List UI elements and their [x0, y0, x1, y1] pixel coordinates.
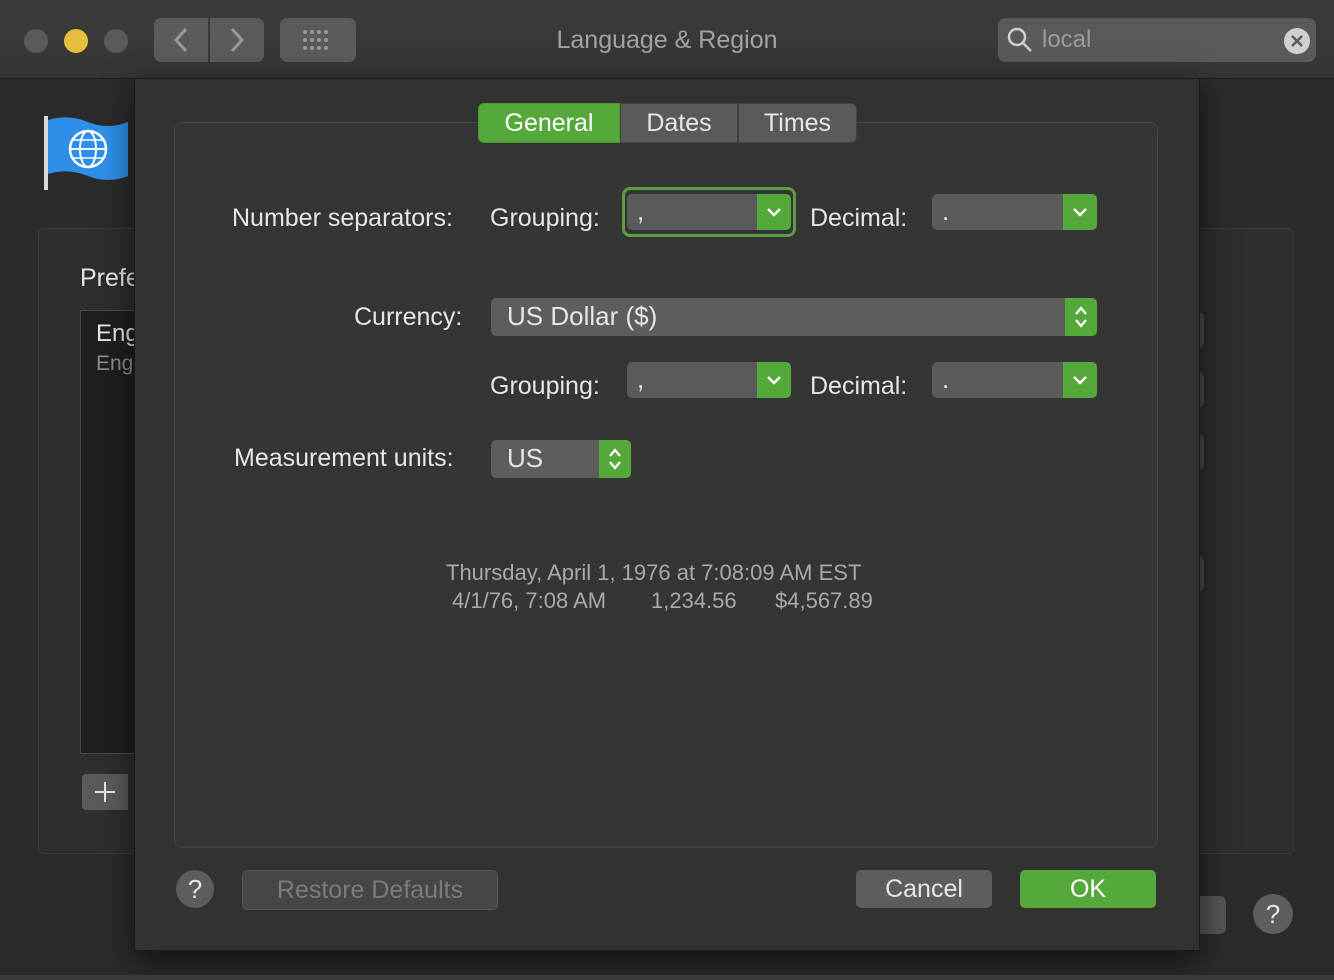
tab-times[interactable]: Times — [738, 103, 857, 143]
number-grouping-combo[interactable]: , — [627, 194, 791, 230]
language-list-item-secondary: Eng — [96, 352, 134, 375]
number-decimal-label: Decimal: — [810, 204, 908, 232]
number-grouping-label: Grouping: — [490, 204, 600, 232]
window-bottom-edge — [0, 975, 1334, 980]
preferred-languages-label: Prefe — [80, 264, 140, 292]
window-help-button[interactable]: ? — [1253, 894, 1293, 934]
currency-grouping-combo[interactable]: , — [627, 362, 791, 398]
measurement-units-label: Measurement units: — [234, 444, 454, 472]
sample-date-long: Thursday, April 1, 1976 at 7:08:09 AM ES… — [446, 560, 862, 585]
currency-popup[interactable]: US Dollar ($) — [491, 298, 1097, 336]
number-grouping-value[interactable]: , — [637, 196, 644, 227]
title-bar: Language & Region — [0, 0, 1334, 79]
up-down-arrows-icon — [609, 448, 621, 470]
currency-grouping-value[interactable]: , — [637, 364, 644, 395]
search-icon — [1007, 27, 1032, 52]
tab-general[interactable]: General — [478, 103, 620, 143]
number-decimal-dropdown-button[interactable] — [1063, 194, 1097, 230]
sample-currency: $4,567.89 — [775, 588, 873, 613]
search-field[interactable] — [998, 18, 1316, 62]
plus-icon — [95, 782, 115, 802]
currency-decimal-combo[interactable]: . — [932, 362, 1097, 398]
currency-popup-arrows — [1065, 298, 1097, 336]
currency-grouping-dropdown-button[interactable] — [757, 362, 791, 398]
sample-date-short: 4/1/76, 7:08 AM — [452, 588, 607, 613]
language-list-item-primary[interactable]: Eng — [96, 320, 139, 348]
currency-value: US Dollar ($) — [507, 301, 658, 331]
language-region-flag-icon — [44, 116, 128, 190]
currency-decimal-value[interactable]: . — [942, 364, 949, 395]
tab-dates[interactable]: Dates — [620, 103, 738, 143]
chevron-down-icon — [767, 376, 781, 385]
measurement-units-popup[interactable]: US — [491, 440, 631, 478]
chevron-down-icon — [767, 208, 781, 217]
chevron-down-icon — [1073, 208, 1087, 217]
add-language-button[interactable] — [82, 774, 128, 810]
sample-number: 1,234.56 — [651, 588, 737, 613]
currency-label: Currency: — [354, 303, 463, 331]
measurement-popup-arrows — [599, 440, 631, 478]
currency-grouping-label: Grouping: — [490, 372, 600, 400]
ok-button[interactable]: OK — [1020, 870, 1156, 908]
restore-defaults-button[interactable]: Restore Defaults — [242, 870, 498, 910]
currency-decimal-dropdown-button[interactable] — [1063, 362, 1097, 398]
close-icon — [1291, 35, 1303, 47]
cancel-button[interactable]: Cancel — [856, 870, 992, 908]
clear-search-button[interactable] — [1284, 28, 1310, 54]
measurement-units-value: US — [507, 443, 544, 473]
number-separators-label: Number separators: — [232, 204, 453, 232]
number-grouping-dropdown-button[interactable] — [757, 194, 791, 230]
number-decimal-value[interactable]: . — [942, 196, 949, 227]
help-button[interactable]: ? — [176, 870, 214, 908]
language-list[interactable] — [80, 310, 142, 754]
sheet-tabs: General Dates Times — [478, 103, 857, 143]
currency-decimal-label: Decimal: — [810, 372, 908, 400]
number-decimal-combo[interactable]: . — [932, 194, 1097, 230]
up-down-arrows-icon — [1075, 306, 1087, 328]
search-input[interactable] — [1042, 22, 1272, 58]
chevron-down-icon — [1073, 376, 1087, 385]
